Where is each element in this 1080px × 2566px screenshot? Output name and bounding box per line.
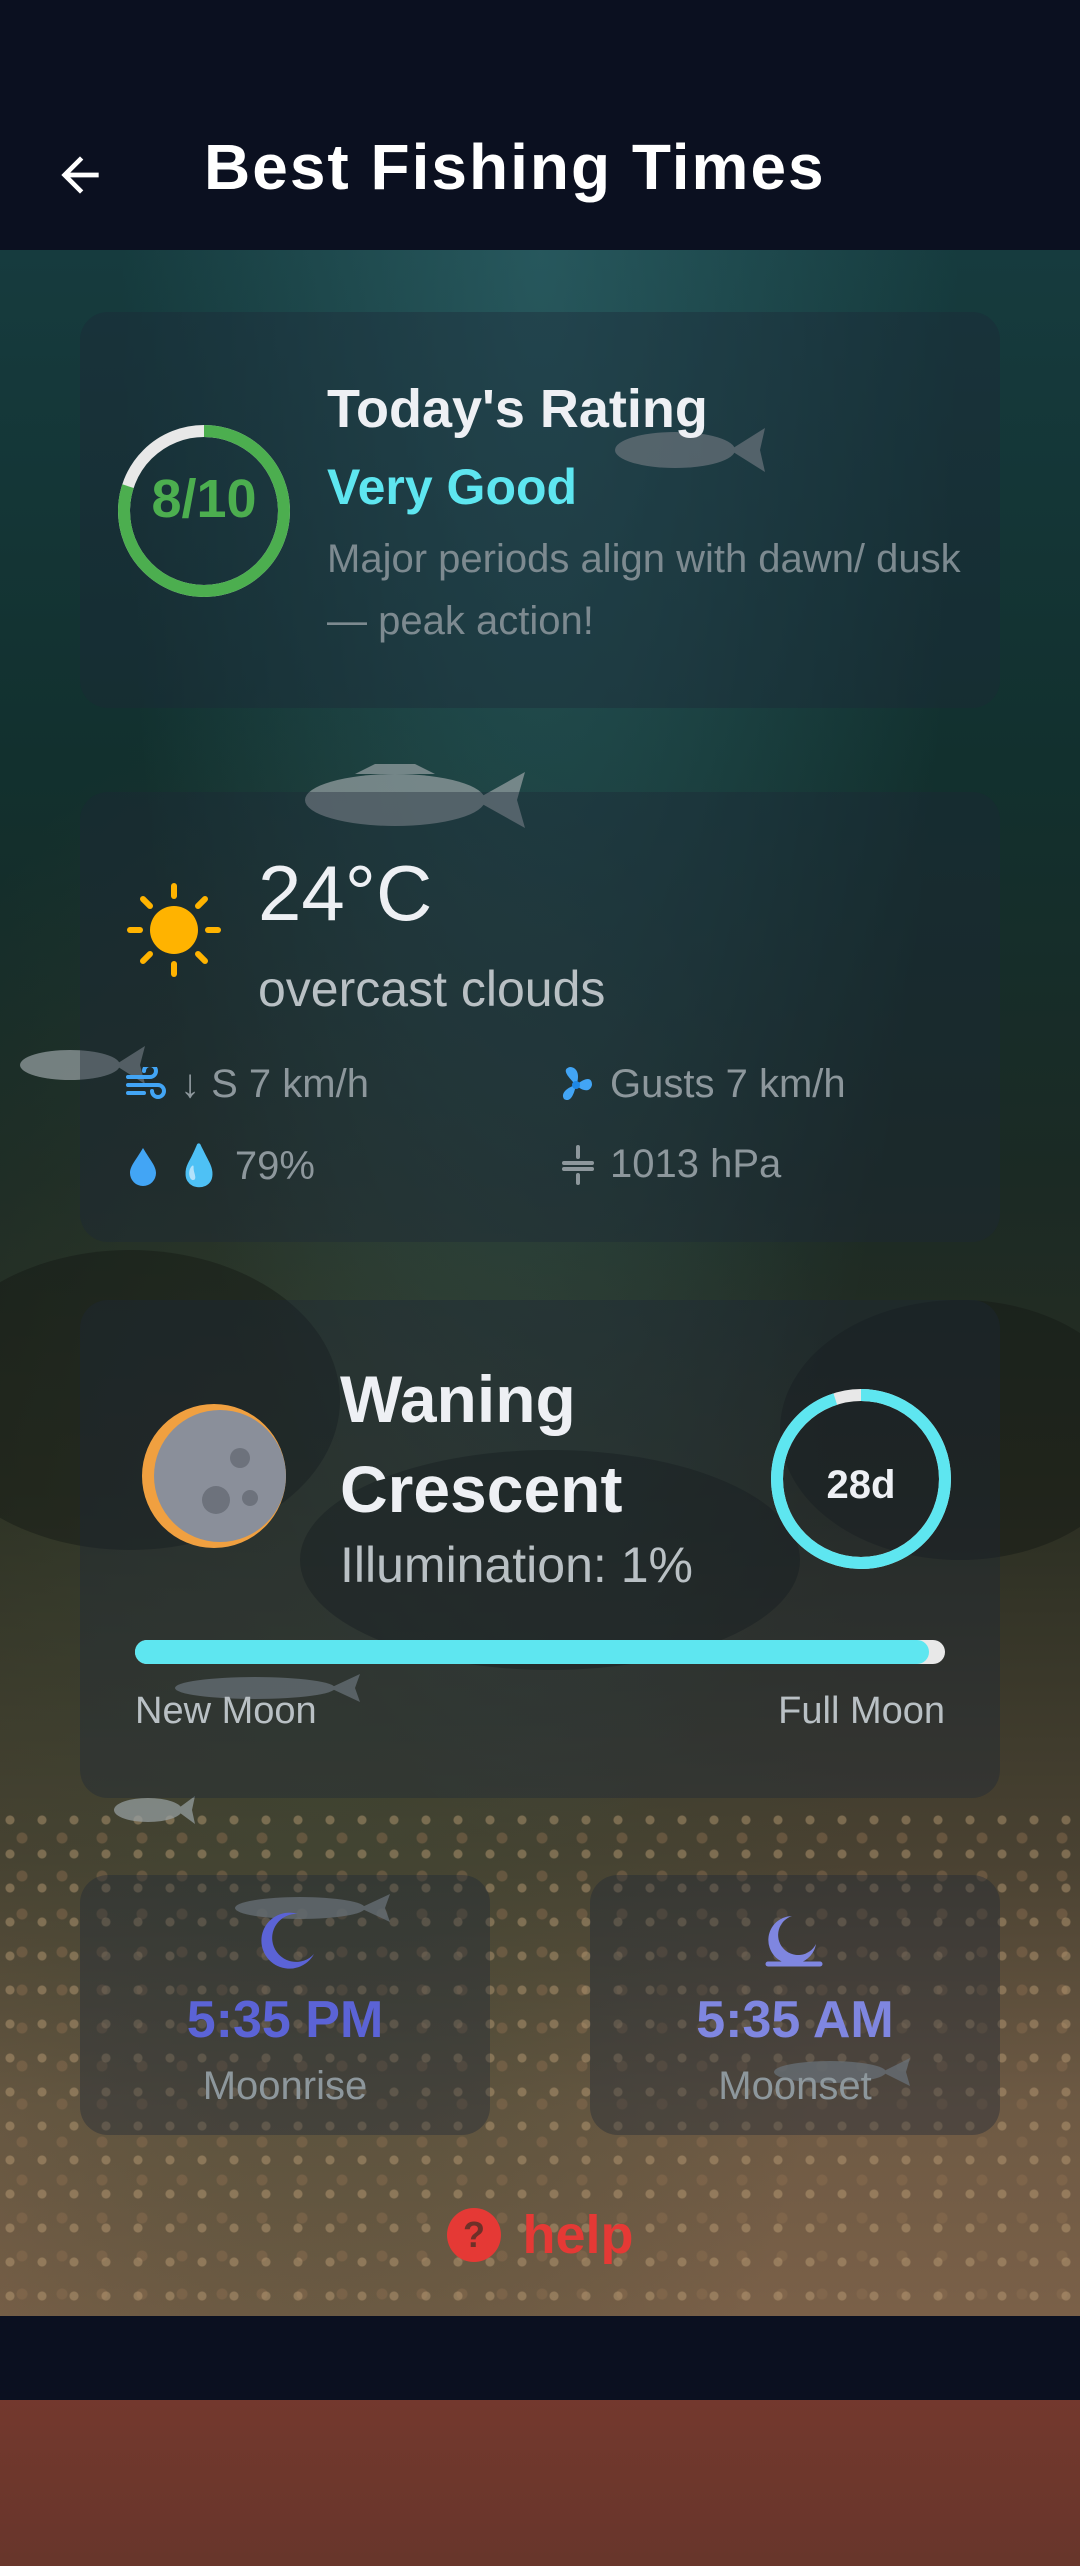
question-icon: ? [447,2208,502,2262]
moonrise-time: 5:35 PM [186,1991,384,2049]
wind-icon [126,1066,166,1103]
new-moon-label: New Moon [135,1690,317,1732]
moonset-time: 5:35 AM [696,1991,894,2049]
moonset-icon [765,1916,823,1967]
moon-illumination: Illumination: 1% [340,1537,693,1593]
full-moon-label: Full Moon [778,1690,945,1732]
moon-phase-icon [142,1404,286,1548]
moonrise-label: Moonrise [202,2064,368,2108]
crescent-moon-icon [261,1912,314,1969]
sun-icon [127,883,221,977]
svg-text:?: ? [463,2214,485,2255]
moon-cycle-fill [135,1640,929,1664]
rating-description: Major periods align with dawn/ dusk — pe… [327,537,961,643]
moon-cycle-progress [135,1640,945,1664]
water-drop-icon [126,1146,160,1186]
pressure-icon [560,1144,596,1185]
moonset-label: Moonset [718,2064,872,2108]
weather-condition: overcast clouds [258,961,606,1017]
humidity-value: 💧 79% [174,1144,315,1188]
arrow-left-icon [61,156,99,194]
rating-score: 8/10 [151,469,257,529]
moon-age: 28d [826,1462,896,1507]
back-button[interactable] [40,135,120,215]
help-button[interactable]: ? help [430,2195,650,2275]
pressure-stat: 1013 hPa [560,1142,781,1187]
page-title: Best Fishing Times [204,131,826,203]
fan-icon [556,1065,596,1105]
wind-stat: ↓ S 7 km/h [126,1062,369,1107]
humidity-stat: 💧 79% [126,1142,315,1189]
gusts-value: Gusts 7 km/h [610,1062,846,1106]
moon-phase-name: Waning Crescent [340,1362,623,1526]
rating-level: Very Good [327,459,578,515]
help-label: help [522,2205,634,2265]
app-bar [0,0,1080,250]
rating-title: Today's Rating [327,379,708,439]
pressure-value: 1013 hPa [610,1142,782,1186]
temperature: 24°C [258,849,433,937]
wind-value: ↓ S 7 km/h [180,1062,369,1106]
gusts-stat: Gusts 7 km/h [556,1062,846,1107]
